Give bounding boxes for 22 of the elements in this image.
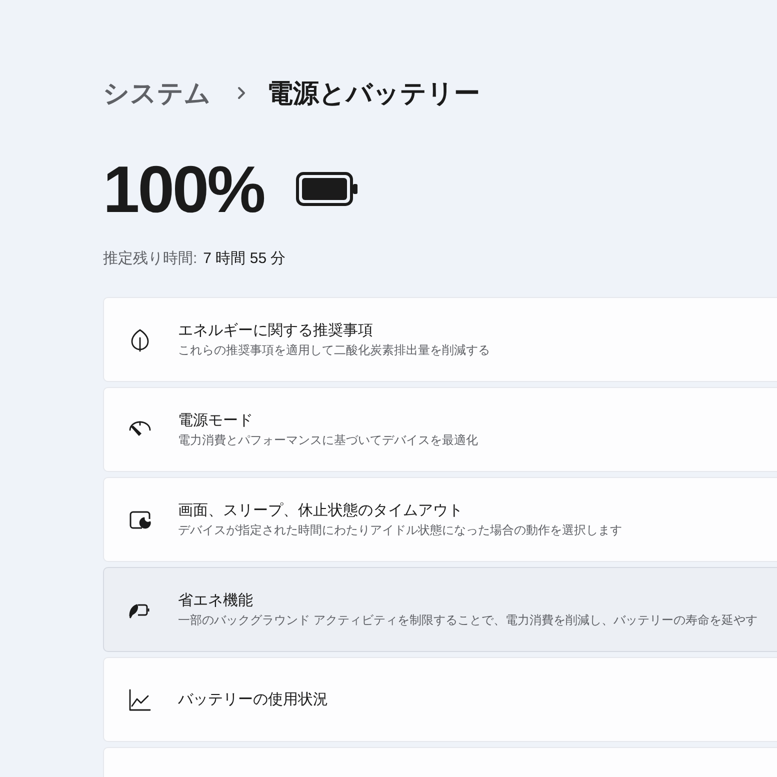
line-chart-icon bbox=[128, 688, 152, 712]
card-description: これらの推奨事項を適用して二酸化炭素排出量を削減する bbox=[178, 342, 490, 359]
battery-percentage: 100% bbox=[103, 156, 264, 222]
settings-card[interactable]: 電源モード 電力消費とパフォーマンスに基づいてデバイスを最適化 bbox=[103, 387, 777, 472]
remaining-time-label: 推定残り時間: bbox=[103, 248, 198, 269]
settings-card[interactable]: 画面、スリープ、休止状態のタイムアウト デバイスが指定された時間にわたりアイドル状態になった場合の動作を選択します bbox=[103, 477, 777, 562]
card-description: 電力消費とパフォーマンスに基づいてデバイスを最適化 bbox=[178, 432, 478, 449]
card-title: 省エネ機能 bbox=[178, 591, 254, 611]
settings-card[interactable]: エネルギーに関する推奨事項 これらの推奨事項を適用して二酸化炭素排出量を削減する bbox=[103, 297, 777, 382]
remaining-time-value: 7 時間 55 分 bbox=[203, 248, 286, 269]
page-title: 電源とバッテリー bbox=[267, 80, 480, 106]
settings-card[interactable]: バッテリーの使用状況 bbox=[103, 657, 777, 742]
card-title: 電源モード bbox=[178, 411, 254, 431]
breadcrumb-parent[interactable]: システム bbox=[103, 80, 211, 106]
settings-card[interactable]: 省エネ機能 一部のバックグラウンド アクティビティを制限することで、電力消費を削減し、バッテリーの寿命を延やす bbox=[103, 567, 777, 652]
card-description: デバイスが指定された時間にわたりアイドル状態になった場合の動作を選択します bbox=[178, 522, 622, 539]
chevron-right-icon bbox=[237, 86, 246, 100]
card-title: エネルギーに関する推奨事項 bbox=[178, 321, 374, 341]
card-title: 画面、スリープ、休止状態のタイムアウト bbox=[178, 501, 464, 521]
card-title: バッテリーの使用状況 bbox=[178, 690, 328, 710]
battery-icon bbox=[296, 172, 358, 206]
card-description: 一部のバックグラウンド アクティビティを制限することで、電力消費を削減し、バッテリーの寿命を延やす bbox=[178, 612, 758, 629]
